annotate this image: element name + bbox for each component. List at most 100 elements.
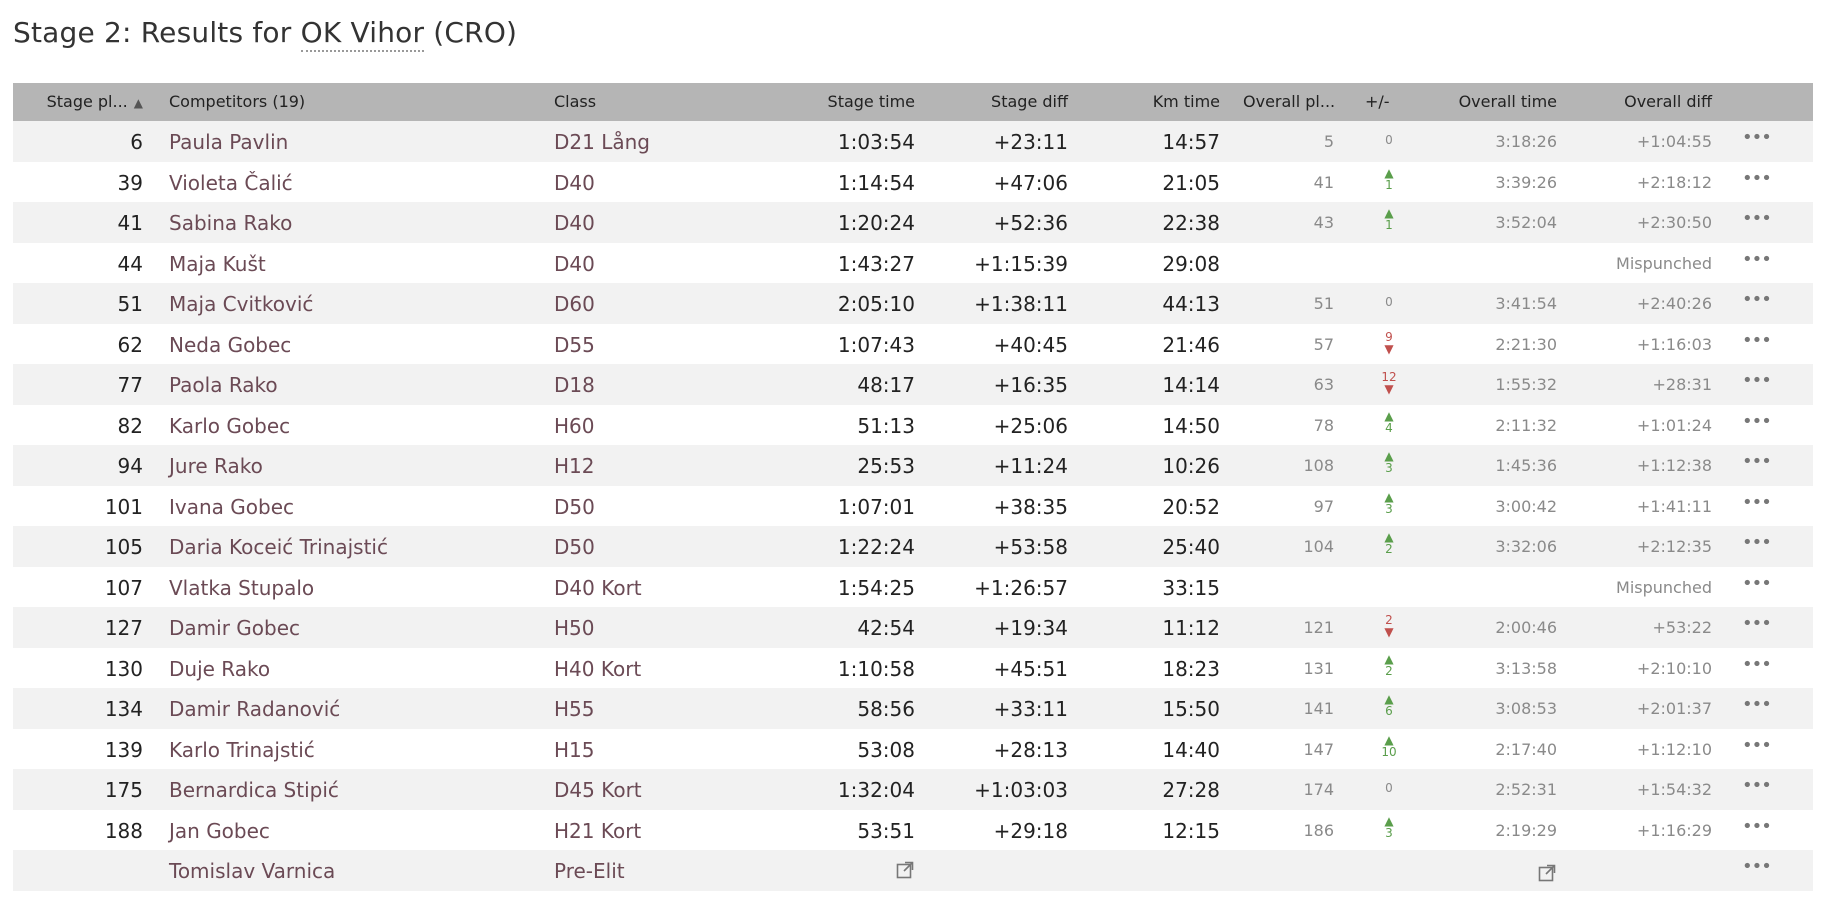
more-options-icon[interactable]: •••: [1742, 615, 1772, 633]
table-row[interactable]: 6 Paula Pavlin D21 Lång 1:03:54 +23:11 1…: [13, 121, 1813, 162]
table-row[interactable]: 175 Bernardica Stipić D45 Kort 1:32:04 +…: [13, 769, 1813, 810]
stage-time[interactable]: [895, 860, 915, 883]
header-stage-time[interactable]: Stage time: [828, 94, 915, 110]
table-row[interactable]: 107 Vlatka Stupalo D40 Kort 1:54:25 +1:2…: [13, 566, 1813, 607]
more-options-icon[interactable]: •••: [1742, 129, 1772, 147]
table-row[interactable]: 139 Karlo Trinajstić H15 53:08 +28:13 14…: [13, 728, 1813, 769]
table-row[interactable]: 127 Damir Gobec H50 42:54 +19:34 11:12 1…: [13, 607, 1813, 648]
competitor-name[interactable]: Paula Pavlin: [169, 132, 288, 152]
competitor-class[interactable]: D55: [554, 335, 595, 355]
competitor-name[interactable]: Ivana Gobec: [169, 497, 294, 517]
header-competitors[interactable]: Competitors (19): [169, 94, 305, 110]
header-stage-diff[interactable]: Stage diff: [991, 94, 1068, 110]
table-row[interactable]: 39 Violeta Čalić D40 1:14:54 +47:06 21:0…: [13, 161, 1813, 202]
stage-diff: +52:36: [993, 211, 1068, 235]
more-options-icon[interactable]: •••: [1742, 453, 1772, 471]
more-options-icon[interactable]: •••: [1742, 493, 1772, 512]
table-row[interactable]: 134 Damir Radanović H55 58:56 +33:11 15:…: [13, 688, 1813, 729]
stage-time: 53:51: [857, 818, 915, 843]
competitor-name[interactable]: Duje Rako: [169, 659, 270, 679]
more-options-icon[interactable]: •••: [1742, 331, 1772, 350]
sort-ascending-icon[interactable]: ▲: [134, 97, 143, 109]
stage-place: 107: [104, 575, 143, 600]
competitor-class[interactable]: D21 Lång: [554, 132, 650, 152]
competitor-class[interactable]: H40 Kort: [554, 659, 641, 679]
stage-diff: +29:18: [993, 818, 1068, 843]
competitor-name[interactable]: Damir Gobec: [169, 618, 300, 638]
competitor-name[interactable]: Violeta Čalić: [169, 173, 293, 193]
more-options-icon[interactable]: •••: [1742, 534, 1772, 552]
more-options-icon[interactable]: •••: [1742, 250, 1772, 269]
table-row[interactable]: 44 Maja Kušt D40 1:43:27 +1:15:39 29:08 …: [13, 242, 1813, 283]
more-options-icon[interactable]: •••: [1742, 696, 1772, 714]
competitor-class[interactable]: H60: [554, 416, 595, 436]
competitor-name[interactable]: Sabina Rako: [169, 213, 292, 233]
header-plus-minus[interactable]: +/-: [1365, 94, 1390, 110]
competitor-class[interactable]: D50: [554, 537, 595, 557]
overall-place: 63: [1313, 375, 1334, 394]
more-options-icon[interactable]: •••: [1742, 169, 1772, 188]
competitor-class[interactable]: D40: [554, 254, 595, 274]
competitor-class[interactable]: D40: [554, 173, 595, 193]
more-options-icon[interactable]: •••: [1742, 655, 1772, 674]
competitor-class[interactable]: D50: [554, 497, 595, 517]
competitor-class[interactable]: H21 Kort: [554, 821, 641, 841]
competitor-name[interactable]: Jure Rako: [169, 456, 263, 476]
more-options-icon[interactable]: •••: [1742, 291, 1772, 309]
header-overall-time[interactable]: Overall time: [1459, 94, 1557, 110]
more-options-icon[interactable]: •••: [1742, 858, 1772, 876]
competitor-name[interactable]: Vlatka Stupalo: [169, 578, 314, 598]
overall-diff: +1:04:55: [1636, 132, 1712, 151]
competitor-name[interactable]: Neda Gobec: [169, 335, 291, 355]
table-row[interactable]: 77 Paola Rako D18 48:17 +16:35 14:14 63 …: [13, 364, 1813, 405]
more-options-icon[interactable]: •••: [1742, 372, 1772, 390]
competitor-name[interactable]: Jan Gobec: [169, 821, 270, 841]
competitor-class[interactable]: D40 Kort: [554, 578, 642, 598]
competitor-class[interactable]: D60: [554, 294, 595, 314]
competitor-class[interactable]: H55: [554, 699, 595, 719]
competitor-class[interactable]: H12: [554, 456, 595, 476]
competitor-class[interactable]: H15: [554, 740, 595, 760]
competitor-class[interactable]: D45 Kort: [554, 780, 642, 800]
table-row[interactable]: 41 Sabina Rako D40 1:20:24 +52:36 22:38 …: [13, 202, 1813, 243]
competitor-name[interactable]: Maja Cvitković: [169, 294, 313, 314]
competitor-name[interactable]: Daria Koceić Trinajstić: [169, 537, 388, 557]
competitor-class[interactable]: Pre-Elit: [554, 861, 625, 881]
header-stage-place[interactable]: Stage pl... ▲: [47, 94, 143, 110]
table-row[interactable]: 51 Maja Cvitković D60 2:05:10 +1:38:11 4…: [13, 283, 1813, 324]
more-options-icon[interactable]: •••: [1742, 777, 1772, 795]
overall-time[interactable]: [1537, 863, 1557, 886]
competitor-name[interactable]: Paola Rako: [169, 375, 278, 395]
more-options-icon[interactable]: •••: [1742, 817, 1772, 836]
position-change: 0: [1385, 295, 1393, 309]
table-row[interactable]: 105 Daria Koceić Trinajstić D50 1:22:24 …: [13, 526, 1813, 567]
table-row[interactable]: Tomislav Varnica Pre-Elit •••: [13, 850, 1813, 891]
header-overall-diff[interactable]: Overall diff: [1624, 94, 1712, 110]
club-link[interactable]: OK Vihor: [300, 16, 425, 52]
header-class[interactable]: Class: [554, 94, 596, 110]
stage-diff: +11:24: [993, 454, 1068, 478]
overall-place: 108: [1303, 456, 1334, 475]
competitor-class[interactable]: D18: [554, 375, 595, 395]
competitor-name[interactable]: Bernardica Stipić: [169, 780, 339, 800]
stage-place: 51: [117, 292, 143, 316]
more-options-icon[interactable]: •••: [1742, 574, 1772, 593]
competitor-class[interactable]: H50: [554, 618, 595, 638]
table-row[interactable]: 82 Karlo Gobec H60 51:13 +25:06 14:50 78…: [13, 404, 1813, 445]
competitor-name[interactable]: Tomislav Varnica: [169, 861, 335, 881]
competitor-name[interactable]: Karlo Trinajstić: [169, 740, 315, 760]
competitor-name[interactable]: Damir Radanović: [169, 699, 340, 719]
more-options-icon[interactable]: •••: [1742, 412, 1772, 431]
table-row[interactable]: 188 Jan Gobec H21 Kort 53:51 +29:18 12:1…: [13, 809, 1813, 850]
table-row[interactable]: 101 Ivana Gobec D50 1:07:01 +38:35 20:52…: [13, 485, 1813, 526]
header-km-time[interactable]: Km time: [1153, 94, 1220, 110]
competitor-name[interactable]: Maja Kušt: [169, 254, 266, 274]
table-row[interactable]: 130 Duje Rako H40 Kort 1:10:58 +45:51 18…: [13, 647, 1813, 688]
more-options-icon[interactable]: •••: [1742, 210, 1772, 228]
more-options-icon[interactable]: •••: [1742, 736, 1772, 755]
competitor-class[interactable]: D40: [554, 213, 595, 233]
table-row[interactable]: 94 Jure Rako H12 25:53 +11:24 10:26 108 …: [13, 445, 1813, 486]
table-row[interactable]: 62 Neda Gobec D55 1:07:43 +40:45 21:46 5…: [13, 323, 1813, 364]
header-overall-place[interactable]: Overall pl...: [1243, 94, 1335, 110]
competitor-name[interactable]: Karlo Gobec: [169, 416, 290, 436]
